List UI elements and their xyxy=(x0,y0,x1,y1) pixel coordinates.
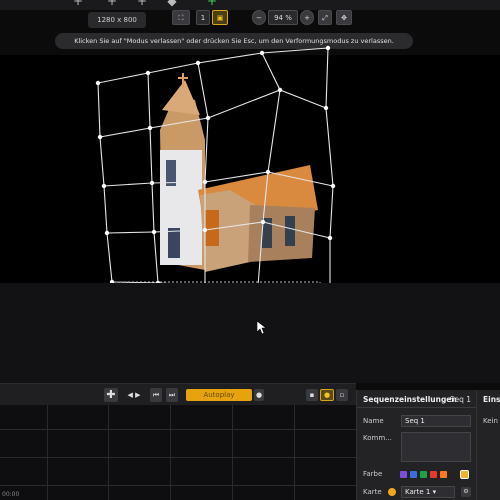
color-swatch-yellow[interactable] xyxy=(460,470,469,479)
view-option-icon[interactable]: ▪ xyxy=(306,389,318,401)
next-cue-icon[interactable]: ⏭ xyxy=(166,388,178,402)
active-view-icon[interactable]: ● xyxy=(320,389,334,401)
view-option-icon[interactable]: ▫ xyxy=(336,389,348,401)
map-color-dot xyxy=(388,488,396,496)
prev-cue-icon[interactable]: ⏮ xyxy=(150,388,162,402)
add-node-icon[interactable]: + xyxy=(134,0,150,8)
add-node-icon[interactable]: + xyxy=(70,0,86,8)
comment-label: Komm... xyxy=(363,434,392,442)
map-settings-icon[interactable]: ⚙ xyxy=(461,487,471,497)
add-green-icon[interactable]: + xyxy=(204,0,220,8)
name-field[interactable]: Seq 1 xyxy=(401,415,471,427)
arrow-icon[interactable]: ◆ xyxy=(164,0,180,8)
color-swatch-blue[interactable] xyxy=(410,471,417,478)
timecode: 00:00 xyxy=(2,491,20,498)
page-number: 1 xyxy=(196,10,210,25)
name-label: Name xyxy=(363,417,384,425)
autoplay-button[interactable]: Autoplay xyxy=(186,389,252,401)
map-label: Karte xyxy=(363,488,382,496)
zoom-value[interactable]: 94 % xyxy=(268,10,298,25)
warp-canvas[interactable] xyxy=(0,45,500,309)
hint-banner: Klicken Sie auf "Modus verlassen" oder d… xyxy=(55,33,413,49)
autoplay-settings-icon[interactable]: ● xyxy=(254,389,264,401)
zoom-out-icon[interactable]: − xyxy=(252,10,266,25)
color-swatch-green[interactable] xyxy=(420,471,427,478)
zoom-in-icon[interactable]: + xyxy=(300,10,314,25)
fit-icon[interactable]: ⛶ xyxy=(172,10,190,25)
preview-stage xyxy=(0,45,500,309)
timeline-toolbar: ✚ ◀ ▶ ⏮ ⏭ Autoplay ● ▪ ● ▫ xyxy=(0,383,356,406)
settings-panel-partial: Einst Kein xyxy=(476,390,500,500)
color-swatch-red[interactable] xyxy=(430,471,437,478)
comment-field[interactable] xyxy=(401,432,471,462)
warp-mode-icon[interactable]: ▣ xyxy=(212,10,228,25)
panel-seq: Seq 1 xyxy=(449,395,471,404)
step-arrows-icon[interactable]: ◀ ▶ xyxy=(122,388,146,402)
color-label: Farbe xyxy=(363,470,383,478)
color-swatch-purple[interactable] xyxy=(400,471,407,478)
color-swatch-black[interactable] xyxy=(450,471,457,478)
sequence-settings-panel: Sequenzeinstellungen Seq 1 Name Seq 1 Ko… xyxy=(356,390,477,500)
add-node-icon[interactable]: + xyxy=(104,0,120,8)
church-image xyxy=(160,73,318,272)
panel-title: Sequenzeinstellungen xyxy=(363,395,457,404)
color-swatch-orange[interactable] xyxy=(440,471,447,478)
map-select[interactable]: Karte 1 ▾ xyxy=(401,486,455,498)
move-icon[interactable]: ✥ xyxy=(336,10,352,25)
timeline-grid[interactable]: 00:00 xyxy=(0,405,356,500)
panel2-label: Kein xyxy=(483,417,498,425)
work-area xyxy=(0,283,500,383)
top-toolbar: + + + ◆ + xyxy=(0,0,500,10)
add-cue-icon[interactable]: ✚ xyxy=(104,388,118,402)
zoom-toolbar: ⛶ 1 ▣ − 94 % + ⤢ ✥ xyxy=(172,10,354,26)
panel2-title: Einst xyxy=(483,395,500,404)
fit-screen-icon[interactable]: ⤢ xyxy=(318,10,332,25)
cursor-icon xyxy=(257,321,267,335)
resolution-badge: 1280 x 800 xyxy=(88,12,146,28)
